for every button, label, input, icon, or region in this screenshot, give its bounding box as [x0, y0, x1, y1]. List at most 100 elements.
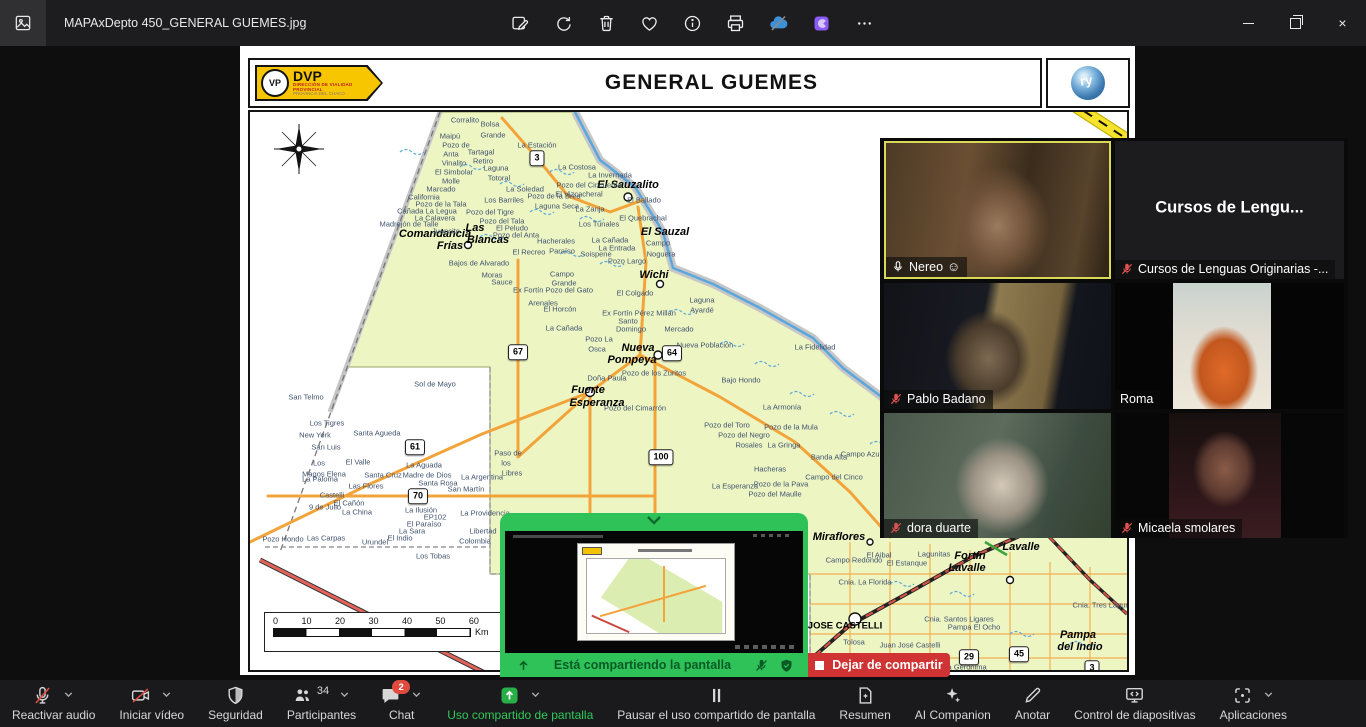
participant-tile-micaela[interactable]: Micaela smolares: [1115, 413, 1344, 538]
route-shield: 67: [508, 344, 528, 360]
map-label: El Sauzal: [641, 226, 689, 238]
toolbar-item-summary[interactable]: Resumen: [827, 680, 902, 727]
map-label: Hacheras: [754, 465, 786, 474]
participant-tile-pablo[interactable]: Pablo Badano: [884, 283, 1111, 409]
window-controls: ×: [1225, 0, 1366, 46]
participant-name: Pablo Badano: [907, 392, 986, 406]
participant-tile-dora[interactable]: dora duarte: [884, 413, 1111, 538]
map-label: El Valle: [346, 458, 371, 467]
map-header: VP DVP DIRECCIÓN DE VIALIDAD PROVINCIAL …: [248, 58, 1042, 108]
shield-icon: [225, 685, 246, 711]
toolbar-item-chat[interactable]: 2Chat: [368, 680, 435, 727]
cam-off-icon: [130, 685, 151, 711]
map-label: Las Carpas: [307, 534, 345, 543]
map-label: El Aibal: [866, 551, 891, 560]
map-label: Totoral: [488, 174, 511, 183]
stop-share-button[interactable]: Dejar de compartir: [808, 653, 950, 677]
map-label: Osca: [588, 345, 606, 354]
participant-tile-cursos[interactable]: Cursos de Lengu... Cursos de Lenguas Ori…: [1115, 141, 1344, 279]
map-label: Cnia. Tres Lagunas: [1072, 601, 1129, 610]
info-button[interactable]: [680, 11, 704, 35]
mini-road: [663, 566, 665, 622]
print-button[interactable]: [723, 11, 747, 35]
slides-icon: [1124, 685, 1145, 711]
image-icon: [13, 13, 33, 33]
toolbar-item-slides[interactable]: Control de diapositivas: [1062, 680, 1207, 727]
participant-tile-roma[interactable]: Roma: [1115, 283, 1344, 409]
scale-tick: 10: [301, 616, 311, 626]
minimize-button[interactable]: [1225, 0, 1272, 46]
map-label: New York: [299, 431, 331, 440]
scale-tick: 60: [469, 616, 479, 626]
map-label: Pozo de la Brea: [527, 192, 580, 201]
scale-tick: 40: [402, 616, 412, 626]
map-label: Pozo de los Zuritos: [622, 369, 686, 378]
map-label: El Ballado: [627, 196, 661, 205]
rotate-button[interactable]: [551, 11, 575, 35]
map-label: Laguna: [483, 164, 508, 173]
chevron-up-icon[interactable]: [1262, 688, 1275, 706]
delete-button[interactable]: [594, 11, 618, 35]
toolbar-item-people[interactable]: 34Participantes: [275, 680, 368, 727]
favorite-button[interactable]: [637, 11, 661, 35]
dvp-logo: VP DVP DIRECCIÓN DE VIALIDAD PROVINCIAL …: [255, 65, 383, 101]
participant-name-chip: Micaela smolares: [1115, 519, 1242, 538]
apps-icon: [1232, 685, 1253, 711]
collapse-chevron-icon[interactable]: [645, 514, 663, 528]
toolbar-item-apps[interactable]: Aplicaciones: [1208, 680, 1299, 727]
map-label: La Cañada: [546, 324, 583, 333]
agency-logo-box: [1046, 58, 1130, 108]
map-title: GENERAL GUEMES: [383, 71, 1040, 95]
map-label: Mercado: [664, 325, 693, 334]
mini-titlebar: [513, 535, 603, 538]
globe-logo: [1071, 66, 1105, 100]
mic-muted-icon[interactable]: [754, 658, 769, 673]
chevron-up-icon[interactable]: [62, 688, 75, 706]
toolbar-item-share[interactable]: Uso compartido de pantalla: [435, 680, 605, 727]
map-label: Tartagal: [468, 148, 495, 157]
toolbar-item-pause[interactable]: Pausar el uso compartido de pantalla: [605, 680, 827, 727]
participant-name-chip: Roma: [1115, 390, 1160, 409]
map-label: Juan José Castelli: [880, 641, 941, 650]
map-label: El Cañón: [334, 499, 365, 508]
more-button[interactable]: [852, 11, 876, 35]
clipchamp-button[interactable]: [809, 11, 833, 35]
map-label: Corralito: [451, 116, 479, 125]
map-label: Lavalle: [1002, 541, 1039, 553]
map-label: Sol de Mayo: [414, 380, 456, 389]
cloud-sync-off-button[interactable]: [766, 11, 790, 35]
pause-icon: [706, 685, 727, 711]
edit-image-button[interactable]: [508, 11, 532, 35]
participant-display-name: Cursos de Lengu...: [1115, 199, 1344, 218]
chevron-up-icon[interactable]: [410, 688, 423, 706]
map-label: Pozo del Anta: [493, 231, 539, 240]
minimize-icon: [1243, 23, 1254, 24]
toolbar-item-annotate[interactable]: Anotar: [1003, 680, 1062, 727]
toolbar-label: Reactivar audio: [12, 708, 95, 722]
toolbar-item-shield[interactable]: Seguridad: [196, 680, 275, 727]
map-label: El Simbolar: [435, 168, 473, 177]
map-label: Fuerte: [571, 384, 605, 396]
toolbar-item-cam-off[interactable]: Iniciar vídeo: [107, 680, 196, 727]
close-button[interactable]: ×: [1319, 0, 1366, 46]
shield-check-icon[interactable]: [779, 658, 794, 673]
scale-bar: 0102030405060 Km: [264, 612, 514, 652]
share-preview-window[interactable]: [500, 513, 808, 653]
map-label: Sauce: [491, 278, 512, 287]
toolbar-item-ai[interactable]: AI Companion: [903, 680, 1003, 727]
chevron-up-icon[interactable]: [338, 688, 351, 706]
share-arrow-icon: [516, 658, 531, 673]
participant-name: Nereo: [909, 260, 943, 274]
participant-tile-nereo[interactable]: Nereo ☺: [884, 141, 1111, 279]
photos-app-icon[interactable]: [0, 0, 46, 46]
map-label: El Quebrachal: [619, 214, 667, 223]
route-shield: 61: [405, 439, 425, 455]
map-label: Rosales: [735, 441, 762, 450]
toolbar-item-mic-off[interactable]: Reactivar audio: [0, 680, 107, 727]
chevron-up-icon[interactable]: [529, 688, 542, 706]
map-label: Nueva Población: [677, 341, 734, 350]
mini-footer-icons: [735, 645, 795, 649]
chevron-up-icon[interactable]: [160, 688, 173, 706]
restore-button[interactable]: [1272, 0, 1319, 46]
summary-icon: [855, 685, 876, 711]
